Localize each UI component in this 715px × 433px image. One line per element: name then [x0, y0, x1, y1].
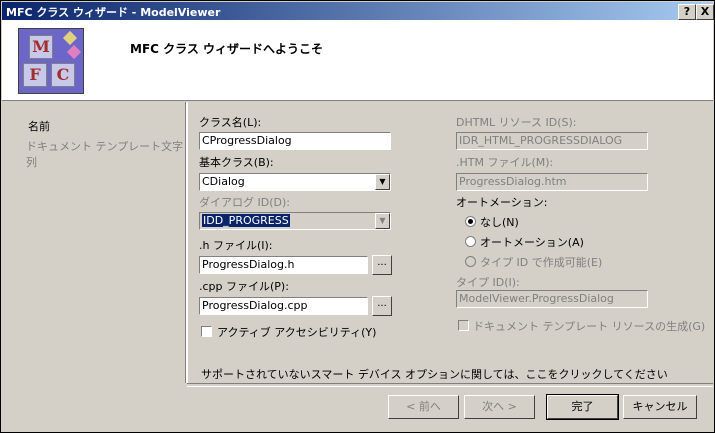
gen-doc-template-checkbox[interactable] — [458, 320, 469, 331]
wizard-header: M F C MFC クラス ウィザードへようこそ — [2, 20, 713, 101]
wizard-window: MFC クラス ウィザード - ModelViewer ? X M F C MF… — [0, 0, 715, 433]
button-divider — [187, 383, 713, 387]
logo-letter-c: C — [51, 63, 75, 87]
logo-letter-m: M — [29, 35, 53, 59]
logo-diamond-yellow — [62, 30, 78, 46]
base-class-select[interactable]: CDialog ▼ — [199, 173, 391, 191]
logo-letter-f: F — [23, 63, 47, 87]
base-class-label: 基本クラス(B): — [199, 156, 274, 169]
mfc-logo-icon: M F C — [18, 28, 84, 94]
title-bar[interactable]: MFC クラス ウィザード - ModelViewer ? X — [2, 2, 714, 20]
htm-file-label: .HTM ファイル(M): — [456, 156, 554, 169]
wizard-form: クラス名(L): CProgressDialog 基本クラス(B): CDial… — [187, 102, 713, 383]
automation-none-radio[interactable] — [465, 216, 476, 227]
sidebar-item-doc-template-strings: ドキュメント テンプレート文字列 — [26, 140, 184, 169]
next-button[interactable]: 次へ > — [464, 395, 535, 419]
back-button[interactable]: < 前へ — [388, 395, 459, 419]
unsupported-options-link[interactable]: サポートされていないスマート デバイス オプションに関しては、ここをクリックして… — [201, 366, 668, 382]
close-button[interactable]: X — [696, 4, 714, 20]
htm-file-input[interactable]: ProgressDialog.htm — [456, 173, 648, 191]
type-id-label: タイプ ID(I): — [456, 276, 520, 289]
dialog-id-select[interactable]: IDD_PROGRESS ▼ — [199, 212, 391, 230]
dialog-id-value: IDD_PROGRESS — [202, 214, 290, 227]
dialog-id-label: ダイアログ ID(D): — [199, 196, 290, 209]
base-class-value: CDialog — [202, 175, 245, 188]
accessibility-label: アクティブ アクセシビリティ(Y) — [217, 326, 377, 339]
automation-typeid-radio[interactable] — [465, 256, 476, 267]
automation-typeid-label: タイプ ID で作成可能(E) — [480, 256, 603, 269]
cpp-file-label: .cpp ファイル(P): — [199, 280, 289, 293]
window-title: MFC クラス ウィザード - ModelViewer — [6, 6, 221, 19]
h-file-input[interactable]: ProgressDialog.h — [199, 256, 368, 274]
cpp-file-browse-button[interactable]: ... — [372, 296, 392, 316]
sidebar: 名前 ドキュメント テンプレート文字列 — [2, 102, 184, 383]
automation-label: オートメーション: — [456, 196, 548, 209]
automation-auto-radio[interactable] — [465, 236, 476, 247]
finish-button[interactable]: 完了 — [546, 394, 619, 420]
dhtml-id-input[interactable]: IDR_HTML_PROGRESSDIALOG — [456, 132, 648, 150]
gen-doc-template-label: ドキュメント テンプレート リソースの生成(G) — [473, 320, 706, 333]
logo-diamond-pink — [66, 44, 82, 60]
welcome-heading: MFC クラス ウィザードへようこそ — [130, 42, 324, 56]
class-name-input[interactable]: CProgressDialog — [199, 132, 391, 150]
type-id-input[interactable]: ModelViewer.ProgressDialog — [456, 290, 648, 308]
cpp-file-input[interactable]: ProgressDialog.cpp — [199, 297, 368, 315]
class-name-label: クラス名(L): — [199, 116, 262, 129]
help-button[interactable]: ? — [678, 4, 696, 20]
dhtml-id-label: DHTML リソース ID(S): — [456, 116, 577, 129]
chevron-down-icon[interactable]: ▼ — [375, 213, 390, 229]
chevron-down-icon[interactable]: ▼ — [375, 174, 390, 190]
h-file-label: .h ファイル(I): — [199, 239, 273, 252]
accessibility-checkbox[interactable] — [201, 326, 212, 337]
automation-none-label: なし(N) — [480, 216, 519, 229]
sidebar-item-name[interactable]: 名前 — [28, 118, 50, 134]
cancel-button[interactable]: キャンセル — [623, 395, 697, 419]
automation-auto-label: オートメーション(A) — [480, 236, 584, 249]
h-file-browse-button[interactable]: ... — [372, 255, 392, 275]
